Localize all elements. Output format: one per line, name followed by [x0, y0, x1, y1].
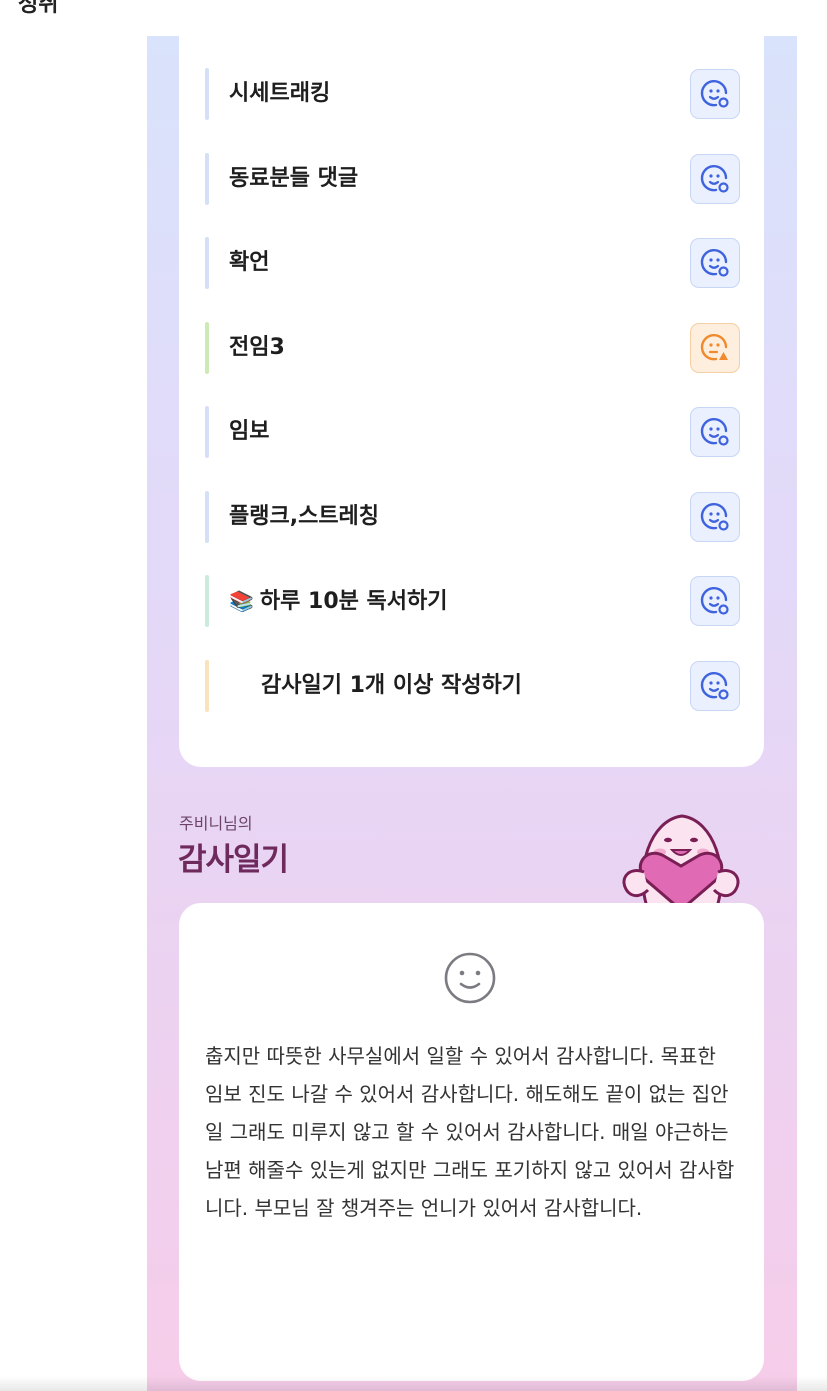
habit-row[interactable]: 감사일기 1개 이상 작성하기: [205, 660, 740, 712]
habit-label: 감사일기 1개 이상 작성하기: [261, 673, 522, 698]
habit-status-button[interactable]: [690, 154, 740, 204]
habit-row[interactable]: 임보: [205, 406, 740, 458]
worried-face-warning-icon: [700, 333, 728, 361]
habit-label: 전임3: [229, 335, 285, 360]
smile-face-icon: [444, 952, 496, 1004]
habit-row[interactable]: 전임3: [205, 322, 740, 374]
habit-status-button[interactable]: [690, 576, 740, 626]
habit-color-bar: [205, 406, 209, 458]
habit-label: 임보: [229, 419, 270, 444]
habit-color-bar: [205, 237, 209, 289]
habit-label: 동료분들 댓글: [229, 166, 359, 191]
heart-hugging-mascot: [622, 814, 740, 910]
habit-row[interactable]: 시세트래킹: [205, 68, 740, 120]
habit-label: 시세트래킹: [229, 81, 331, 106]
habit-row[interactable]: 📚 하루 10분 독서하기: [205, 575, 740, 627]
habit-color-bar: [205, 575, 209, 627]
habit-color-bar: [205, 68, 209, 120]
habit-color-bar: [205, 660, 209, 712]
diary-owner-label: 주비니님의: [179, 814, 253, 833]
smile-face-check-icon: [700, 502, 729, 531]
habit-status-button[interactable]: [690, 238, 740, 288]
habit-status-button[interactable]: [690, 323, 740, 373]
habit-color-bar: [205, 491, 209, 543]
habit-label: 플랭크,스트레칭: [229, 504, 380, 529]
gratitude-diary-card: 춥지만 따뜻한 사무실에서 일할 수 있어서 감사합니다. 목표한 임보 진도 …: [179, 903, 764, 1381]
smile-face-check-icon: [700, 586, 729, 615]
smile-face-check-icon: [700, 164, 729, 193]
bottom-scroll-shadow: [0, 1376, 827, 1391]
habit-label: 📚 하루 10분 독서하기: [229, 575, 448, 627]
habit-status-button[interactable]: [690, 407, 740, 457]
habit-color-bar: [205, 322, 209, 374]
habit-color-bar: [205, 153, 209, 205]
habit-row[interactable]: 확언: [205, 237, 740, 289]
smile-face-check-icon: [700, 671, 729, 700]
page-title: 성취: [18, 0, 59, 17]
habit-status-button[interactable]: [690, 661, 740, 711]
diary-entry-text: 춥지만 따뜻한 사무실에서 일할 수 있어서 감사합니다. 목표한 임보 진도 …: [205, 1044, 735, 1220]
habit-label-text: 하루 10분 독서하기: [259, 589, 448, 614]
habit-row[interactable]: 플랭크,스트레칭: [205, 491, 740, 543]
smile-face-check-icon: [700, 248, 729, 277]
diary-title: 감사일기: [178, 842, 289, 878]
habit-status-button[interactable]: [690, 492, 740, 542]
smile-face-check-icon: [700, 79, 729, 108]
books-icon: 📚: [229, 589, 254, 613]
habit-status-button[interactable]: [690, 69, 740, 119]
habit-row[interactable]: 동료분들 댓글: [205, 153, 740, 205]
habit-label: 확언: [229, 250, 270, 275]
habit-list-card: 시세트래킹 동료분들 댓글 확언 전임3 임보 플랭크,스트레칭 📚 하루 10…: [179, 20, 764, 767]
smile-face-check-icon: [700, 417, 729, 446]
